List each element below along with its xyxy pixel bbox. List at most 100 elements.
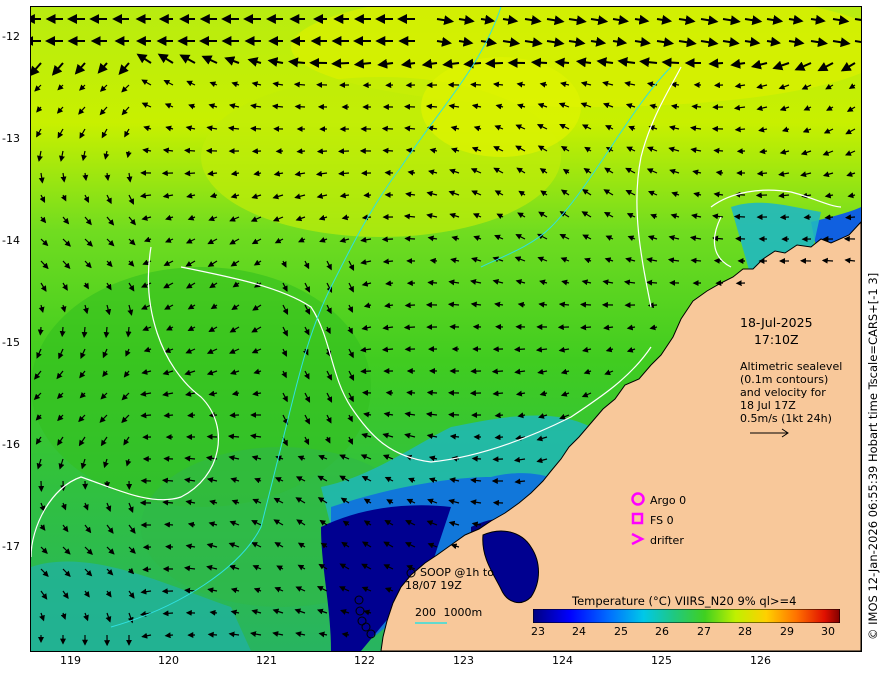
velocity-arrow <box>426 389 438 396</box>
legend-item-drifter: drifter <box>630 530 686 550</box>
y-tick-label: -15 <box>2 336 20 349</box>
colorbar-tick: 24 <box>572 625 586 638</box>
velocity-arrow <box>164 632 174 639</box>
velocity-arrow <box>184 170 196 177</box>
colorbar-ticks: 23 24 25 26 27 28 29 30 <box>531 625 840 639</box>
colorbar-tick: 26 <box>655 625 669 638</box>
velocity-arrow <box>429 257 438 264</box>
platform-legend: Argo 0 FS 0 drifter <box>630 490 686 550</box>
velocity-arrow <box>403 324 416 331</box>
velocity-arrow <box>250 125 262 132</box>
velocity-arrow <box>184 147 196 154</box>
legend-label: FS 0 <box>650 513 674 527</box>
x-tick-label: 120 <box>158 654 179 667</box>
velocity-arrow <box>37 326 44 336</box>
velocity-arrow <box>338 170 350 177</box>
isobath-200: 200 <box>415 606 436 619</box>
velocity-arrow <box>427 279 438 286</box>
colorbar <box>533 609 840 623</box>
y-tick-label: -16 <box>2 438 20 451</box>
sst-map-frame <box>30 6 862 652</box>
velocity-arrow <box>824 214 834 221</box>
colorbar-tick: 23 <box>531 625 545 638</box>
velocity-arrow <box>382 147 394 154</box>
x-tick-label: 121 <box>256 654 277 667</box>
isobath-label: 200 1000m <box>415 606 483 624</box>
isobath-line-icon <box>415 622 447 624</box>
y-tick-label: -17 <box>2 540 20 553</box>
description-line: 18 Jul 17Z <box>740 399 796 412</box>
velocity-arrow <box>447 301 460 308</box>
velocity-arrow <box>803 214 812 221</box>
velocity-arrow <box>294 103 306 110</box>
velocity-arrow <box>296 148 306 155</box>
velocity-arrow <box>360 368 372 375</box>
velocity-arrow <box>470 81 482 88</box>
sst-map-canvas <box>31 7 861 651</box>
velocity-arrow <box>690 257 702 264</box>
velocity-arrow <box>494 412 504 419</box>
velocity-arrow <box>381 236 394 243</box>
velocity-arrow <box>580 301 592 308</box>
velocity-arrow <box>691 103 702 110</box>
velocity-arrow <box>161 477 174 484</box>
velocity-arrow <box>554 57 570 68</box>
description-line: (0.1m contours) <box>740 373 829 386</box>
legend-item-argo: Argo 0 <box>630 490 686 510</box>
isobath-1000: 1000m <box>443 606 483 619</box>
x-tick-label: 126 <box>750 654 771 667</box>
drifter-chevron-icon <box>630 531 650 550</box>
velocity-arrow <box>207 631 218 638</box>
colorbar-tick: 27 <box>697 625 711 638</box>
legend-label: Argo 0 <box>650 493 687 507</box>
velocity-arrow <box>187 412 196 419</box>
velocity-arrow <box>448 411 460 418</box>
velocity-arrow <box>162 610 174 617</box>
y-tick-label: -13 <box>2 132 20 145</box>
soop-circle-icon <box>406 568 416 577</box>
floatstation-square-icon <box>630 511 650 530</box>
velocity-arrow-icon <box>750 428 789 438</box>
velocity-arrow <box>59 326 66 338</box>
y-tick-label: -12 <box>2 30 20 43</box>
velocity-arrow <box>715 169 724 176</box>
soop-line: 18/07 19Z <box>405 579 462 592</box>
x-tick-label: 122 <box>354 654 375 667</box>
description-line: 0.5m/s (1kt 24h) <box>740 412 832 425</box>
velocity-arrow <box>381 346 394 353</box>
velocity-arrow <box>734 126 746 133</box>
argo-circle-icon <box>630 491 650 510</box>
soop-label: SOOP @1h to 18/07 19Z <box>405 566 494 592</box>
velocity-arrow <box>209 609 218 616</box>
velocity-arrow <box>404 302 416 309</box>
velocity-arrow <box>530 57 548 68</box>
velocity-arrow <box>494 434 504 441</box>
x-tick-label: 124 <box>552 654 573 667</box>
description-line: Altimetric sealevel <box>740 360 843 373</box>
colorbar-tick: 30 <box>821 625 835 638</box>
map-datetime: 18-Jul-2025 17:10Z <box>740 314 813 348</box>
map-date: 18-Jul-2025 <box>740 315 813 330</box>
velocity-arrow <box>331 58 350 69</box>
y-tick-label: -14 <box>2 234 20 247</box>
velocity-arrow <box>140 412 152 419</box>
velocity-arrow <box>288 57 306 68</box>
credit-text: © IMOS 12-Jan-2026 06:55:39 Hobart time … <box>866 272 880 640</box>
colorbar-tick: 29 <box>780 625 794 638</box>
velocity-arrow <box>164 521 174 528</box>
legend-item-fs: FS 0 <box>630 510 686 530</box>
velocity-arrow <box>646 279 658 286</box>
velocity-arrow <box>845 214 856 221</box>
velocity-arrow <box>514 346 526 353</box>
velocity-arrow <box>184 587 196 594</box>
velocity-arrow <box>463 58 482 69</box>
velocity-arrow <box>756 170 768 177</box>
velocity-arrow <box>713 147 724 154</box>
colorbar-title: Temperature (°C) VIIRS_N20 9% ql>=4 <box>572 594 797 608</box>
velocity-arrow <box>163 412 174 419</box>
velocity-arrow <box>580 324 592 331</box>
colorbar-tick: 28 <box>738 625 752 638</box>
velocity-arrow <box>491 368 504 375</box>
x-tick-label: 123 <box>453 654 474 667</box>
x-tick-label: 119 <box>60 654 81 667</box>
